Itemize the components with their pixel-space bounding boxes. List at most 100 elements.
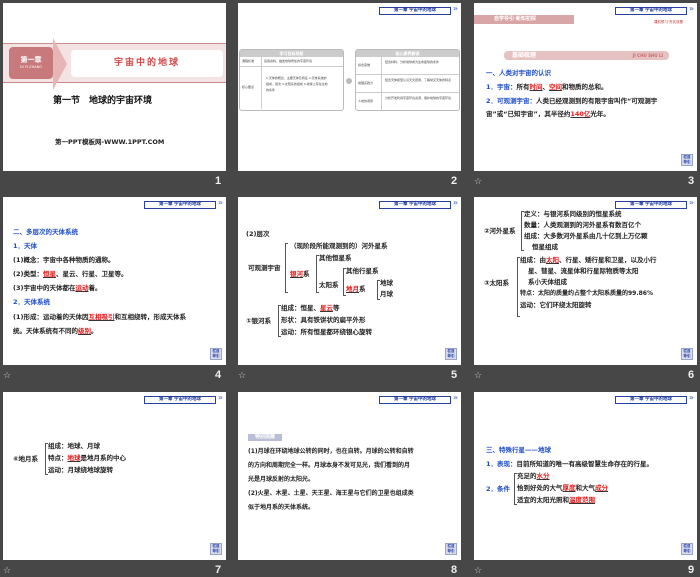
diagram-node: 地球 xyxy=(380,279,393,287)
diagram-node: ③太阳系 xyxy=(484,279,510,287)
fill-in-answer: 地球 xyxy=(67,454,81,462)
text: 和大气 xyxy=(575,484,596,492)
slide-thumbnail-1[interactable]: 第一章 DI YI ZHANG 宇宙中的地球 第一节 地球的宇宙环境 第一PPT… xyxy=(3,3,226,171)
slide-number: 7 xyxy=(215,564,222,576)
label: 1．表现： xyxy=(486,460,517,468)
diagram-node: 可观测宇宙 xyxy=(248,264,281,272)
slide-number: 1 xyxy=(215,175,222,187)
site-text: 第一PPT模板网-WWW.1PPT.COM xyxy=(55,138,165,146)
text: 星、彗星、流星体和行星际物质等太阳 xyxy=(528,267,639,275)
label: 2．条件 xyxy=(486,485,511,493)
text: (1)概念：宇宙中各种物质的通称。 xyxy=(13,256,115,264)
fill-in-answer: 水分 xyxy=(536,472,550,480)
row-key: 综合思维 xyxy=(356,57,382,74)
chapter-header-tag: 第一章 宇宙中的地球 xyxy=(379,200,458,209)
animation-star-icon[interactable]: ☆ xyxy=(474,371,482,381)
text: 组成：恒星、 xyxy=(281,304,320,312)
chapter-pinyin: DI YI ZHANG xyxy=(20,65,42,69)
back-to-nav-button[interactable]: 栏目导引 xyxy=(445,348,457,360)
slide-number: 8 xyxy=(451,564,458,576)
text: 人类已经观测到的有限宇宙叫作“可观测宇 xyxy=(536,97,658,105)
row-key: 地理实践力 xyxy=(356,75,382,92)
back-to-nav-button[interactable]: 栏目导引 xyxy=(681,543,693,555)
reminder-tag: 特别提醒 xyxy=(248,434,282,441)
chapter-header-tag: 第一章 宇宙中的地球 xyxy=(615,395,694,404)
text: 和互相绕转，形成天体系 xyxy=(114,313,186,321)
text: 系小天体组成 xyxy=(528,278,567,286)
chapter-title: 宇宙中的地球 xyxy=(71,50,223,77)
animation-star-icon[interactable]: ☆ xyxy=(3,566,11,576)
text: 似于地月系的天体系统。 xyxy=(248,504,315,511)
text: 系 xyxy=(303,270,310,278)
fill-in-answer: 温度范围 xyxy=(569,496,595,504)
basics-title: 基础梳理 xyxy=(512,52,537,59)
text: 特点： xyxy=(48,454,68,462)
diagram-node: ④地月系 xyxy=(13,455,39,463)
chevron-decoration xyxy=(53,38,67,90)
text: (2)类型： xyxy=(13,270,43,278)
diagram-node: 其他恒星系 xyxy=(319,254,352,262)
slide-thumbnail-2[interactable]: 第一章 宇宙中的地球 学习目标导航 课程标准运用资料，描述地球所处的宇宙环境 核… xyxy=(238,3,461,171)
heading: 一、人类对宇宙的认识 xyxy=(486,69,551,77)
section-title: 第一节 地球的宇宙环境 xyxy=(53,96,153,106)
row-value: 1.天体的概念、主要天体及特征 2.天体系统的组成、层次 3.太阳系的组成 4.… xyxy=(266,76,328,92)
slide-number: 2 xyxy=(451,175,458,187)
animation-star-icon[interactable]: ☆ xyxy=(474,566,482,576)
row-value: 结合材料，分析地球成为生命星球的条件 xyxy=(385,60,440,64)
slide-thumbnail-7[interactable]: 第一章 宇宙中的地球 ④地月系 组成：地球、月球 特点：地球是地月系的中心 运动… xyxy=(3,392,226,560)
fill-in-answer: 太阳 xyxy=(546,256,559,264)
animation-star-icon[interactable]: ☆ xyxy=(238,371,246,381)
back-to-nav-button[interactable]: 栏目导引 xyxy=(681,348,693,360)
back-to-nav-button[interactable]: 栏目导引 xyxy=(445,543,457,555)
back-to-nav-button[interactable]: 栏目导引 xyxy=(681,154,693,166)
text: 定义：与银河系同级别的恒星系统 xyxy=(524,210,622,218)
slide-number: 3 xyxy=(688,175,695,187)
fill-in-answer: 运动 xyxy=(75,284,89,292)
text: (3)宇宙中的天体都在 xyxy=(13,284,76,292)
slide-thumbnail-5[interactable]: 第一章 宇宙中的地球 (2)层次 可观测宇宙 （现阶段所能观测到的）河外星系 银… xyxy=(238,197,461,365)
text: 统。天体系统有不同的 xyxy=(13,327,78,335)
text: 运动：月球绕地球旋转 xyxy=(48,466,113,474)
text: 恰到好处的大气 xyxy=(517,484,563,492)
slide-number: 6 xyxy=(688,369,695,381)
text: 着。 xyxy=(88,284,102,292)
diagram-node: 其他行星系 xyxy=(346,267,379,275)
heading: 三、特殊行星——地球 xyxy=(486,446,551,454)
text: 等 xyxy=(333,304,340,312)
fill-in-answer: 互相吸引 xyxy=(88,313,115,321)
row-key: 课程标准 xyxy=(240,57,262,66)
text: 运动：它们环绕太阳旋转 xyxy=(520,301,592,309)
slide-thumbnail-3[interactable]: 第一章 宇宙中的地球 自学导引·新知初探 课前预习·夯实双基 基础梳理 JI CH… xyxy=(474,3,697,171)
text: 恒星组成 xyxy=(532,243,558,251)
text: 、星云、行星、卫星等。 xyxy=(55,270,128,278)
chapter-badge: 第一章 DI YI ZHANG xyxy=(9,47,53,79)
text: 光是月球反射的太阳光。 xyxy=(248,476,315,483)
slide-number: 9 xyxy=(688,564,695,576)
diagram-node: 月球 xyxy=(380,290,393,298)
slide-thumbnail-4[interactable]: 第一章 宇宙中的地球 二、多层次的天体系统 1．天体 (1)概念：宇宙中各种物质… xyxy=(3,197,226,365)
back-to-nav-button[interactable]: 栏目导引 xyxy=(210,348,222,360)
slide-thumbnail-6[interactable]: 第一章 宇宙中的地球 ②河外星系 定义：与银河系同级别的恒星系统 数量：人类观测… xyxy=(474,197,697,365)
text: (1)月球在环绕地球公转的同时，也在自转。月球的公转和自转 xyxy=(248,448,414,455)
row-value: 结合天体模型认识天文观测，了解常见天体的特点 xyxy=(385,78,452,82)
subheading: 2．天体系统 xyxy=(13,298,51,306)
text: 系 xyxy=(359,285,366,293)
text: (1)形成：运动着的天体因 xyxy=(13,313,89,321)
text: 光年。 xyxy=(590,110,610,118)
text: 的方向和周期完全一样。月球本身不发可见光，我们看到的月 xyxy=(248,462,411,469)
diagram-node: ①银河系 xyxy=(246,317,272,325)
text: 组成：地球、月球 xyxy=(48,442,100,450)
back-to-nav-button[interactable]: 栏目导引 xyxy=(210,543,222,555)
learning-goals-table: 学习目标导航 课程标准 运用资料，描述地球所处的宇宙环境 核心要点 1.天体的概念、… xyxy=(239,49,344,111)
chapter-header-tag: 第一章 宇宙中的地球 xyxy=(379,395,458,404)
text: 宙”或“已知宇宙”，其半径约 xyxy=(486,110,571,118)
slide-thumbnail-9[interactable]: 第一章 宇宙中的地球 三、特殊行星——地球 1．表现：目前所知道的唯一有高级智慧… xyxy=(474,392,697,560)
diagram-node: ②河外星系 xyxy=(484,227,516,235)
fill-in-answer: 地月 xyxy=(346,285,359,293)
animation-star-icon[interactable]: ☆ xyxy=(474,177,482,187)
slide-thumbnail-8[interactable]: 第一章 宇宙中的地球 特别提醒 (1)月球在环绕地球公转的同时，也在自转。月球的… xyxy=(238,392,461,560)
fill-in-answer: 级别 xyxy=(78,327,91,335)
fill-in-answer: 恒星 xyxy=(42,270,56,278)
label: 1．宇宙： xyxy=(486,83,517,91)
animation-star-icon[interactable]: ☆ xyxy=(3,371,11,381)
